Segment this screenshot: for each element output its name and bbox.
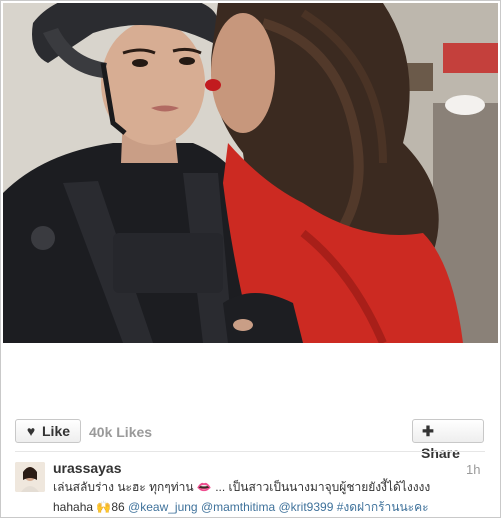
lips-emoji-icon: 👄 — [196, 480, 212, 494]
mention-link[interactable]: @keaw_jung — [128, 500, 198, 514]
post-caption: เล่นสลับร่าง นะฮะ ทุกๆท่าน 👄 ... เป็นสาว… — [53, 477, 473, 517]
instagram-post-card: ♥ Like 40k Likes ✚ Share urassayas 1h เล่น… — [0, 0, 501, 518]
share-label: Share — [421, 445, 460, 461]
mention-link[interactable]: @krit9399 — [279, 500, 334, 514]
post-photo[interactable] — [3, 3, 498, 343]
caption-line-1: เล่นสลับร่าง นะฮะ ทุกๆท่าน 👄 ... เป็นสาว… — [53, 477, 473, 497]
post-timestamp[interactable]: 1h — [466, 462, 480, 477]
post-actions: ♥ Like 40k Likes ✚ Share — [1, 411, 500, 461]
caption-text: เล่นสลับร่าง นะฮะ ทุกๆท่าน — [53, 480, 194, 494]
like-button[interactable]: ♥ Like — [15, 419, 81, 443]
photo-illustration — [3, 3, 498, 343]
mention-link[interactable]: @mamthitima — [201, 500, 275, 514]
caption-number: 86 — [111, 500, 125, 514]
raised-hands-emoji-icon: 🙌 — [96, 500, 112, 514]
caption-text-rest: ... เป็นสาวเป็นนางมาจุบผู้ชายยังงี้ได้ไง… — [215, 480, 431, 494]
avatar[interactable] — [15, 462, 45, 492]
like-label: Like — [42, 423, 71, 439]
hashtag-link[interactable]: #งดฝากร้านนะคะ — [337, 500, 429, 514]
caption-laugh: hahaha — [53, 500, 94, 514]
likes-count[interactable]: 40k Likes — [89, 424, 152, 440]
caption-line-2: hahaha 🙌86 @keaw_jung @mamthitima @krit9… — [53, 497, 473, 517]
divider — [15, 451, 485, 452]
username-link[interactable]: urassayas — [53, 460, 122, 476]
plus-icon: ✚ — [422, 423, 434, 439]
heart-icon: ♥ — [26, 423, 36, 439]
share-button[interactable]: ✚ Share — [412, 419, 484, 461]
